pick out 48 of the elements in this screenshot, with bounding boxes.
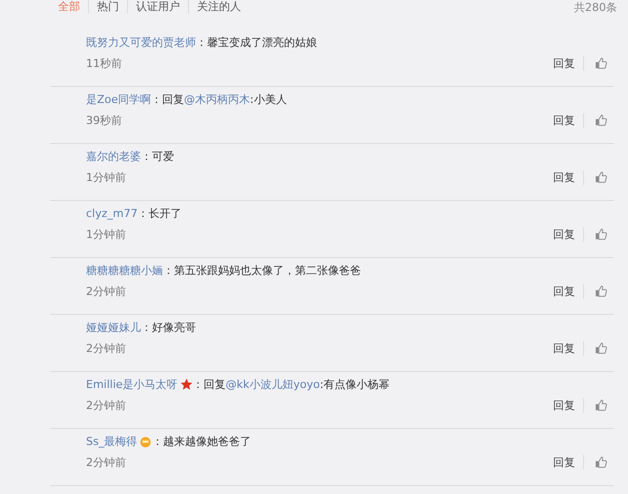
thumbs-up-icon[interactable]	[594, 398, 608, 412]
comment-count: 共280条	[574, 0, 617, 14]
thumbs-up-icon[interactable]	[594, 455, 608, 469]
comment-time: 1分钟前	[86, 170, 126, 184]
mention-link[interactable]: @kk小波儿妞yoyo	[226, 378, 320, 390]
comment-text: ：好像亮哥	[141, 320, 196, 334]
comment-time: 1分钟前	[86, 226, 126, 242]
filter-tab[interactable]: 认证用户	[127, 0, 188, 14]
comment-text: ：可爱	[141, 148, 174, 164]
reply-link[interactable]: 回复	[553, 284, 584, 298]
username-link[interactable]: 是Zoe同学啊	[86, 92, 152, 106]
comment-text: ：越来越像她爸爸了	[152, 434, 252, 448]
username-link[interactable]: Emillie是小马太呀	[86, 376, 178, 392]
reply-link[interactable]: 回复	[553, 340, 584, 356]
comment-text: ：回复@kk小波儿妞yoyo:有点像小杨幂	[192, 376, 390, 392]
reply-link[interactable]: 回复	[553, 112, 584, 128]
comment-time: 2分钟前	[86, 398, 126, 412]
reply-link[interactable]: 回复	[553, 56, 584, 70]
thumbs-up-icon[interactable]	[594, 56, 608, 70]
comment-text: ：第五张跟妈妈也太像了，第二张像爸爸	[163, 262, 361, 278]
username-link[interactable]: 既努力又可爱的贾老师	[86, 34, 196, 50]
comment-time: 39秒前	[86, 112, 122, 128]
thumbs-up-icon[interactable]	[594, 227, 608, 241]
thumbs-up-icon[interactable]	[594, 284, 608, 298]
mention-link[interactable]: @木丙柄丙木	[184, 92, 250, 106]
comment-time: 11秒前	[86, 56, 122, 70]
thumbs-up-icon[interactable]	[594, 113, 608, 127]
username-link[interactable]: clyz_m77	[86, 206, 138, 220]
comment-text: ：长开了	[138, 206, 182, 220]
reply-link[interactable]: 回复	[553, 170, 584, 184]
comment-time: 2分钟前	[86, 340, 126, 356]
comment-time: 2分钟前	[86, 284, 126, 298]
thumbs-up-icon[interactable]	[594, 341, 608, 355]
crown-icon	[139, 434, 152, 448]
reply-link[interactable]: 回复	[553, 226, 584, 242]
filter-tab[interactable]: 关注的人	[188, 0, 249, 14]
username-link[interactable]: 娅娅娅妹儿	[86, 320, 141, 334]
comment-text: ：馨宝变成了漂亮的姑娘	[196, 34, 317, 50]
filter-tab[interactable]: 热门	[88, 0, 127, 14]
username-link[interactable]: 嘉尔的老婆	[86, 148, 141, 164]
reply-link[interactable]: 回复	[553, 454, 584, 470]
reply-link[interactable]: 回复	[553, 398, 584, 412]
comment-text: ：回复@木丙柄丙木:小美人	[151, 92, 287, 106]
star-icon	[180, 378, 193, 390]
username-link[interactable]: Ss_最梅得	[86, 434, 138, 448]
comment-time: 2分钟前	[86, 454, 126, 470]
thumbs-up-icon[interactable]	[594, 170, 608, 184]
username-link[interactable]: 糖糖糖糖糖小婳	[86, 262, 163, 278]
